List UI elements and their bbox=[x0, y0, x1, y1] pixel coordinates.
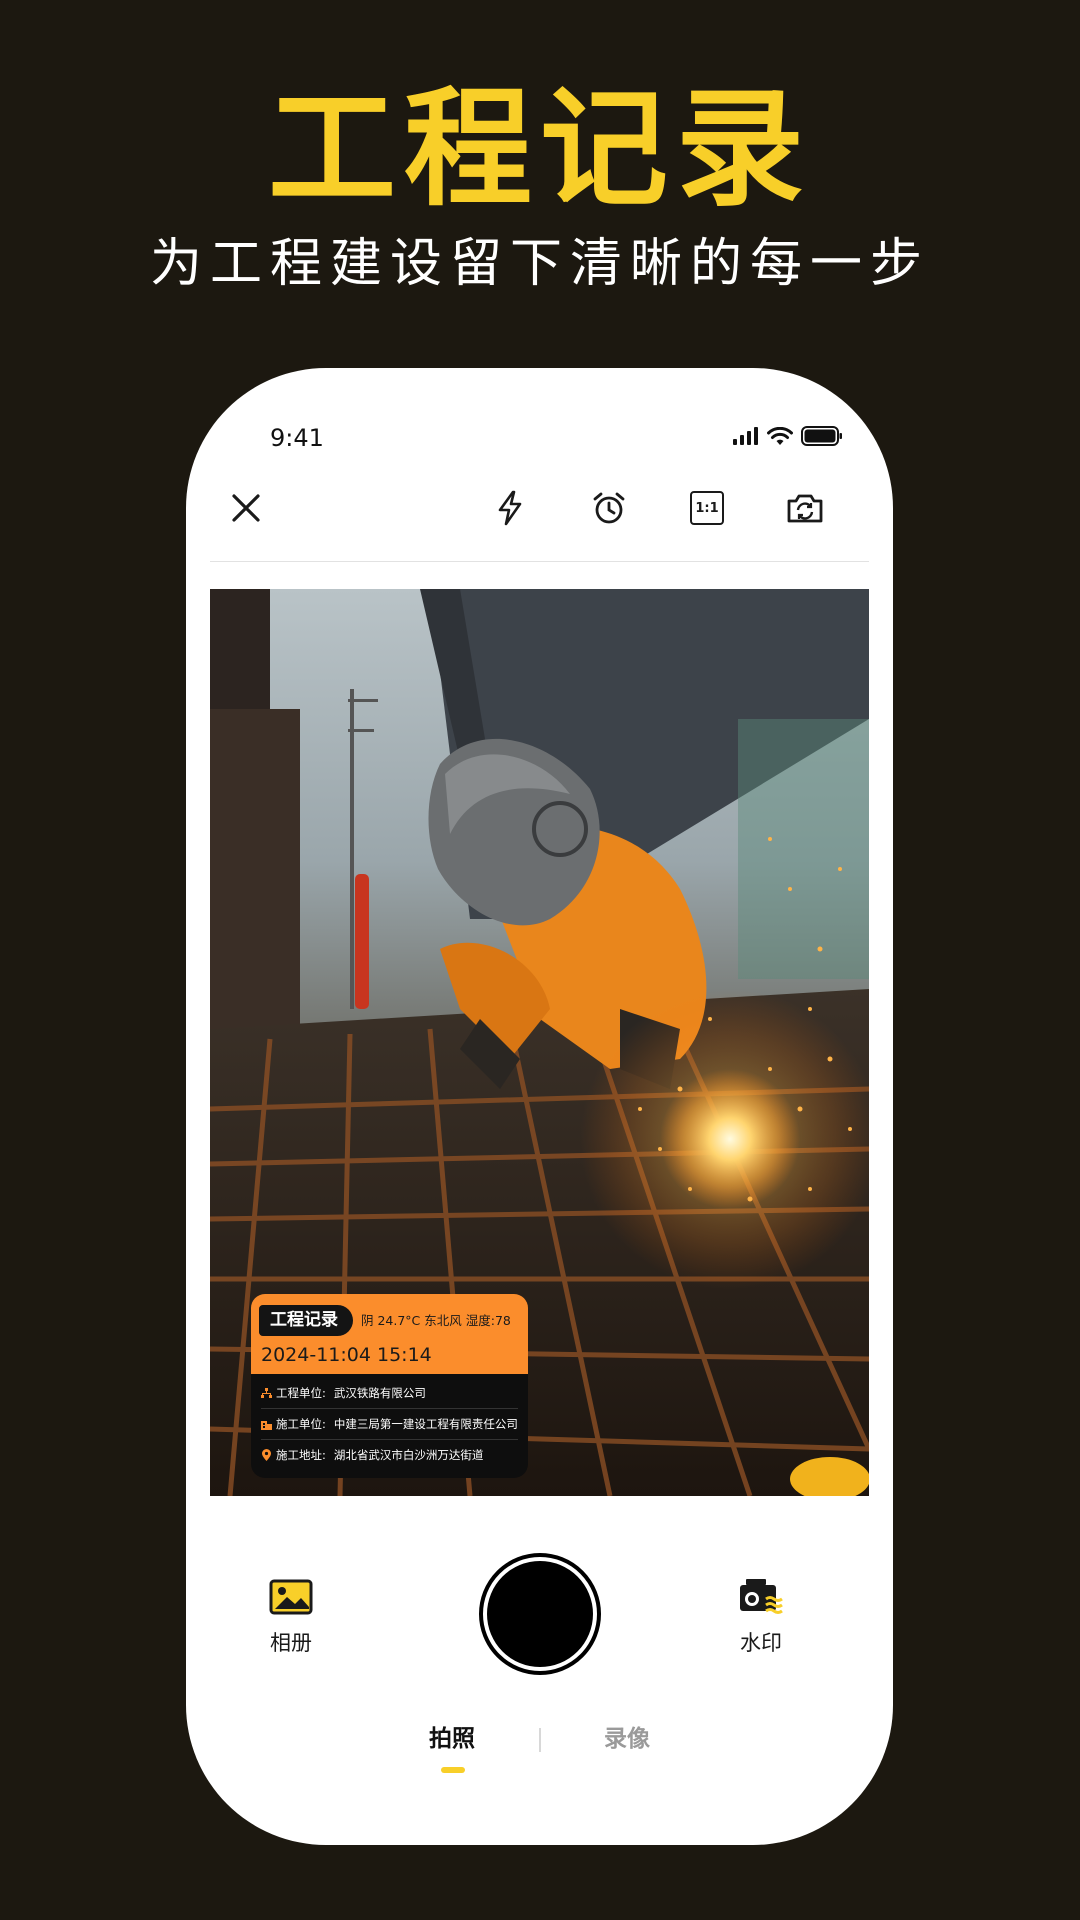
promo-subheadline: 为工程建设留下清晰的每一步 bbox=[149, 234, 930, 294]
watermark-button[interactable]: 水印 bbox=[716, 1573, 806, 1657]
watermark-row-address: 施工地址: 湖北省武汉市白沙洲万达街道 bbox=[261, 1444, 483, 1466]
flash-button[interactable] bbox=[484, 482, 536, 534]
watermark-datetime: 2024-11:04 15:14 bbox=[261, 1344, 432, 1366]
camera-toolbar: 1:1 bbox=[186, 463, 893, 553]
promo-headline: 工程记录 bbox=[267, 75, 812, 224]
watermark-row-project: 工程单位: 武汉铁路有限公司 bbox=[261, 1382, 426, 1404]
watermark-row-value: 武汉铁路有限公司 bbox=[333, 1386, 426, 1400]
battery-icon bbox=[801, 426, 842, 446]
watermark-label: 水印 bbox=[740, 1631, 782, 1655]
active-mode-indicator bbox=[441, 1767, 465, 1773]
watermark-tag: 工程记录 bbox=[259, 1305, 353, 1336]
watermark-row-label: 工程单位: bbox=[276, 1386, 326, 1400]
status-icons bbox=[733, 426, 843, 446]
switch-camera-button[interactable] bbox=[779, 482, 831, 534]
capture-controls: 相册 水印 bbox=[186, 1553, 893, 1713]
wifi-icon bbox=[767, 426, 793, 445]
ratio-label: 1:1 bbox=[695, 500, 719, 516]
tab-video[interactable]: 录像 bbox=[604, 1723, 650, 1755]
timer-icon bbox=[593, 492, 625, 524]
camera-viewfinder[interactable]: 工程记录 阴 24.7°C 东北风 湿度:78 2024-11:04 15:14… bbox=[210, 589, 869, 1496]
signal-icon bbox=[733, 427, 758, 445]
status-bar: 9:41 bbox=[186, 420, 893, 456]
toolbar-divider bbox=[210, 561, 869, 562]
album-label: 相册 bbox=[270, 1631, 312, 1655]
status-time: 9:41 bbox=[270, 424, 324, 452]
ratio-icon: 1:1 bbox=[690, 491, 724, 525]
close-button[interactable] bbox=[220, 482, 272, 534]
watermark-card[interactable]: 工程记录 阴 24.7°C 东北风 湿度:78 2024-11:04 15:14… bbox=[251, 1294, 528, 1478]
mode-tabs: 拍照 录像 bbox=[186, 1713, 893, 1773]
watermark-icon bbox=[740, 1579, 783, 1614]
shutter-button[interactable] bbox=[479, 1553, 601, 1675]
shutter-inner bbox=[487, 1561, 593, 1667]
org-icon bbox=[261, 1387, 272, 1398]
close-icon bbox=[232, 494, 260, 522]
location-pin-icon bbox=[262, 1449, 271, 1461]
timer-button[interactable] bbox=[583, 482, 635, 534]
watermark-row-value: 湖北省武汉市白沙洲万达街道 bbox=[333, 1448, 484, 1462]
watermark-divider bbox=[261, 1408, 518, 1409]
flash-icon bbox=[498, 490, 522, 526]
watermark-row-contractor: 施工单位: 中建三局第一建设工程有限责任公司 bbox=[261, 1413, 518, 1435]
building-icon bbox=[261, 1420, 272, 1430]
camera-switch-icon bbox=[787, 494, 823, 523]
watermark-row-value: 中建三局第一建设工程有限责任公司 bbox=[333, 1417, 518, 1431]
watermark-row-label: 施工地址: bbox=[276, 1448, 326, 1462]
watermark-row-label: 施工单位: bbox=[276, 1417, 326, 1431]
watermark-weather: 阴 24.7°C 东北风 湿度:78 bbox=[361, 1313, 511, 1328]
gallery-icon bbox=[269, 1579, 313, 1615]
mode-separator bbox=[539, 1728, 541, 1752]
ratio-button[interactable]: 1:1 bbox=[681, 482, 733, 534]
watermark-divider bbox=[261, 1439, 518, 1440]
album-button[interactable]: 相册 bbox=[246, 1573, 336, 1657]
tab-photo[interactable]: 拍照 bbox=[429, 1723, 475, 1755]
phone-frame: 9:41 1:1 工程记录 阴 24.7°C 东北风 湿度:78 2024-11… bbox=[186, 368, 893, 1845]
